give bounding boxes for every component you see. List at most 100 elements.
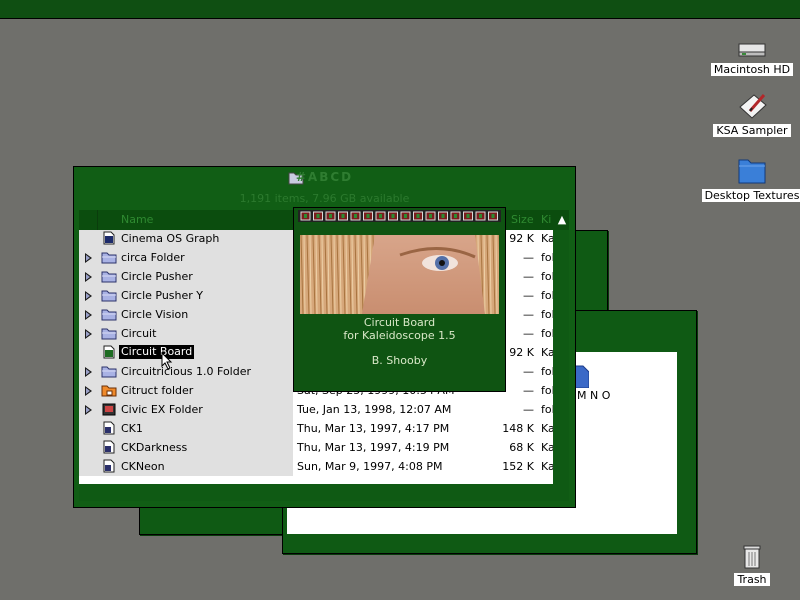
macintosh-hd-label: Macintosh HD <box>710 63 794 76</box>
size-cell: 148 K <box>502 422 534 435</box>
name-cell: CKNeon <box>79 457 293 476</box>
size-cell: 152 K <box>502 460 534 473</box>
folder-icon <box>101 290 117 302</box>
circuit-strip-icon <box>298 210 501 222</box>
disclosure-triangle-icon[interactable] <box>85 310 92 320</box>
folder-icon <box>101 271 117 283</box>
column-header-name[interactable]: Name <box>121 210 153 230</box>
name-cell: Circuitricious 1.0 Folder <box>79 362 293 381</box>
vertical-scrollbar[interactable] <box>553 230 569 484</box>
desktop-textures-label: Desktop Textures <box>701 189 800 202</box>
trash-icon[interactable]: Trash <box>697 540 800 586</box>
orange-folder-icon <box>101 385 117 397</box>
name-cell: circa Folder <box>79 248 293 267</box>
kind-cell: Ka <box>541 346 553 359</box>
window-title: #ABCD <box>295 170 354 184</box>
hard-drive-icon <box>738 43 766 57</box>
window-titlebar[interactable]: #ABCD <box>74 167 575 189</box>
name-cell: Civic EX Folder <box>79 400 293 419</box>
name-cell: Circuit Board <box>79 343 293 362</box>
file-name[interactable]: Citruct folder <box>121 381 193 400</box>
document-icon <box>103 459 115 473</box>
folder-icon <box>101 252 117 264</box>
file-name[interactable]: CKDarkness <box>121 438 187 457</box>
kind-cell: fol <box>541 289 553 302</box>
disclosure-triangle-icon[interactable] <box>85 272 92 282</box>
size-cell: — <box>523 403 534 416</box>
sort-direction-icon[interactable]: ▲ <box>555 210 569 230</box>
disclosure-triangle-icon[interactable] <box>85 253 92 263</box>
file-name[interactable]: Circuitricious 1.0 Folder <box>121 362 251 381</box>
desktop-textures-icon[interactable]: Desktop Textures <box>697 154 800 202</box>
folder-icon <box>101 309 117 321</box>
document-pen-icon <box>739 94 767 119</box>
kind-cell: fol <box>541 308 553 321</box>
trash-can-icon <box>743 545 761 569</box>
name-cell: CKDarkness <box>79 438 293 457</box>
file-name[interactable]: circa Folder <box>121 248 185 267</box>
kind-cell: fol <box>541 327 553 340</box>
menu-bar[interactable] <box>0 0 800 19</box>
name-cell: Circle Pusher Y <box>79 286 293 305</box>
preview-author: B. Shooby <box>371 354 428 367</box>
name-cell: CK1 <box>79 419 293 438</box>
mouse-pointer-icon <box>161 352 173 370</box>
file-name[interactable]: CKNeon <box>121 457 165 476</box>
disclosure-triangle-icon[interactable] <box>85 367 92 377</box>
disclosure-triangle-icon[interactable] <box>85 291 92 301</box>
file-name[interactable]: Civic EX Folder <box>121 400 203 419</box>
kind-cell: Ka <box>541 422 553 435</box>
column-header-size[interactable]: Size <box>511 210 534 230</box>
file-name[interactable]: Circle Vision <box>121 305 188 324</box>
ksa-sampler-label: KSA Sampler <box>713 124 791 137</box>
folder-icon <box>101 328 117 340</box>
horizontal-scrollbar[interactable] <box>79 484 569 501</box>
trash-label: Trash <box>734 573 770 586</box>
kind-cell: fol <box>541 365 553 378</box>
kind-cell: Ka <box>541 460 553 473</box>
file-name[interactable]: Circle Pusher Y <box>121 286 203 305</box>
folder-label-fragment: M N O <box>577 389 611 402</box>
list-item[interactable]: CKDarkness Thu, Mar 13, 1997, 4:19 PM 68 K… <box>79 438 553 457</box>
list-item[interactable]: CK1 Thu, Mar 13, 1997, 4:17 PM 148 K Ka <box>79 419 553 438</box>
date-cell: Sun, Mar 9, 1997, 4:08 PM <box>297 460 443 473</box>
document-icon <box>103 421 115 435</box>
file-name[interactable]: Circle Pusher <box>121 267 193 286</box>
list-item[interactable]: Civic EX Folder Tue, Jan 13, 1998, 12:07 … <box>79 400 553 419</box>
ksa-sampler-icon[interactable]: KSA Sampler <box>697 91 800 137</box>
date-cell: Thu, Mar 13, 1997, 4:19 PM <box>297 441 450 454</box>
column-header-kind[interactable]: Ki <box>541 210 551 230</box>
disclosure-triangle-icon[interactable] <box>85 386 92 396</box>
kind-cell: Ka <box>541 441 553 454</box>
size-cell: 68 K <box>509 441 534 454</box>
date-cell: Thu, Mar 13, 1997, 4:17 PM <box>297 422 450 435</box>
kind-cell: Ka <box>541 232 553 245</box>
blue-folder-icon <box>738 159 766 184</box>
date-cell: Tue, Jan 13, 1998, 12:07 AM <box>297 403 452 416</box>
file-name[interactable]: Cinema OS Graph <box>121 230 219 248</box>
name-cell: Circle Vision <box>79 305 293 324</box>
file-name[interactable]: CK1 <box>121 419 143 438</box>
cinema-file-icon <box>103 231 115 245</box>
disclosure-triangle-icon[interactable] <box>85 405 92 415</box>
preview-image <box>300 235 499 314</box>
preview-subtitle: for Kaleidoscope 1.5 <box>343 329 456 342</box>
disclosure-triangle-icon[interactable] <box>85 329 92 339</box>
name-cell: Citruct folder <box>79 381 293 400</box>
macintosh-hd-icon[interactable]: Macintosh HD <box>697 40 800 76</box>
preview-popup: Circuit Board for Kaleidoscope 1.5 B. Sh… <box>293 207 506 392</box>
list-item[interactable]: CKNeon Sun, Mar 9, 1997, 4:08 PM 152 K Ka <box>79 457 553 476</box>
kind-cell: fol <box>541 403 553 416</box>
file-name[interactable]: Circuit <box>121 324 156 343</box>
kind-cell: fol <box>541 270 553 283</box>
kind-cell: fol <box>541 251 553 264</box>
window-info-bar: 1,191 items, 7.96 GB available <box>239 192 410 205</box>
name-cell: Cinema OS Graph <box>79 230 293 248</box>
name-cell: Circle Pusher <box>79 267 293 286</box>
document-icon <box>103 440 115 454</box>
circuit-file-icon <box>103 345 115 359</box>
header-spacer <box>79 210 98 230</box>
file-name[interactable]: Circuit Board <box>119 345 195 359</box>
app-folder-icon <box>102 403 116 416</box>
name-cell: Circuit <box>79 324 293 343</box>
